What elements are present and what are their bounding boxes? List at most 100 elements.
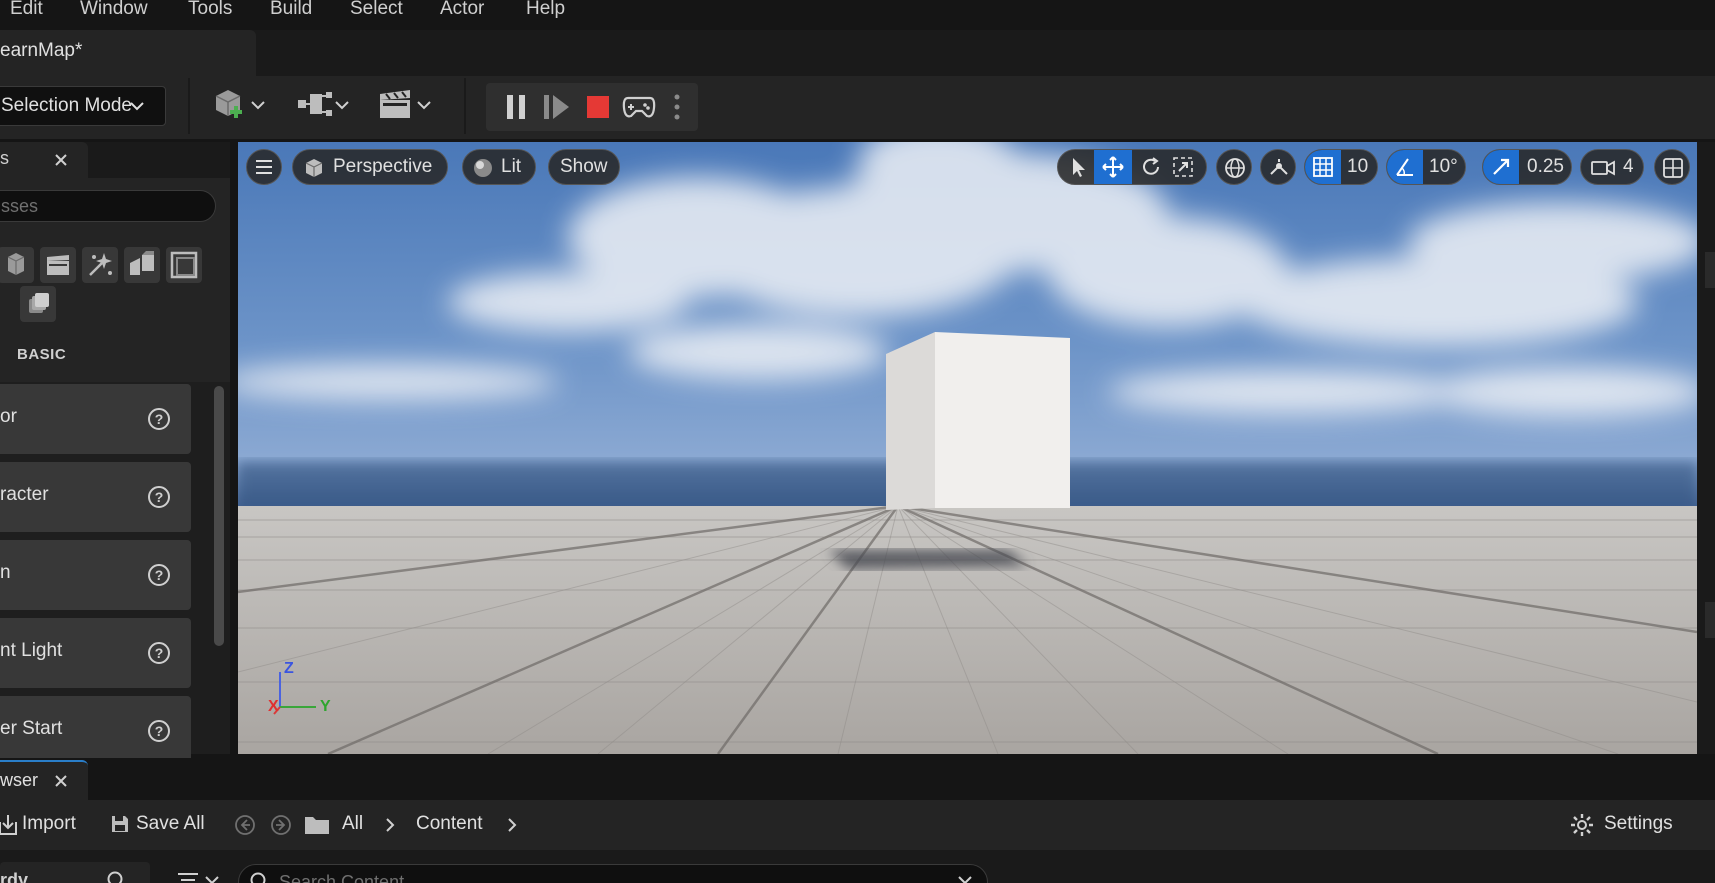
content-search-input[interactable]: Search Content (238, 864, 988, 883)
scale-icon[interactable] (1172, 156, 1194, 178)
pause-icon[interactable] (502, 93, 530, 121)
camera-icon (1591, 160, 1615, 176)
collapsed-panel-tab[interactable] (1705, 602, 1715, 638)
import-icon[interactable] (0, 814, 18, 836)
place-actors-tab[interactable]: s (0, 142, 88, 178)
menu-build[interactable]: Build (270, 0, 312, 20)
rotation-snap-toggle[interactable] (1387, 150, 1423, 184)
level-viewport[interactable]: Perspective Lit Show 10 10° 0.25 4 Z X Y (238, 142, 1697, 754)
level-tab[interactable]: earnMap* (0, 30, 256, 76)
menu-actor[interactable]: Actor (440, 0, 484, 20)
translate-tool-active[interactable] (1094, 150, 1132, 184)
gamepad-icon[interactable] (622, 94, 656, 120)
stop-icon[interactable] (586, 95, 610, 119)
angle-icon (1396, 158, 1413, 176)
sources-panel-label: rdy (0, 870, 29, 883)
collapsed-panel-tab[interactable] (1705, 252, 1715, 288)
close-icon[interactable] (54, 153, 68, 167)
back-arrow-icon[interactable] (234, 814, 256, 836)
cube-icon (305, 159, 323, 177)
rotate-icon[interactable] (1140, 156, 1162, 178)
viewport-layout-button[interactable] (1654, 149, 1690, 185)
grid-snap-control[interactable]: 10 (1304, 149, 1378, 185)
sources-panel-header: rdy (0, 862, 150, 883)
globe-icon (1225, 158, 1245, 178)
close-icon[interactable] (54, 774, 68, 788)
menu-tools[interactable]: Tools (188, 0, 232, 20)
clear-search-icon[interactable] (957, 875, 973, 883)
help-icon[interactable]: ? (147, 485, 171, 509)
lit-label: Lit (501, 156, 522, 177)
grid-snap-toggle[interactable] (1305, 150, 1341, 184)
category-cinematic-icon[interactable] (40, 247, 76, 283)
menu-help[interactable]: Help (526, 0, 565, 20)
help-icon[interactable]: ? (147, 563, 171, 587)
menu-select[interactable]: Select (350, 0, 403, 20)
lit-button[interactable]: Lit (462, 149, 536, 185)
filter-button[interactable] (176, 870, 224, 883)
cinematics-button[interactable] (378, 88, 436, 124)
forward-arrow-icon[interactable] (270, 814, 292, 836)
folder-icon (305, 817, 329, 834)
list-item[interactable]: er Start ? (0, 696, 191, 766)
level-tab-strip: earnMap* (0, 30, 1715, 76)
camera-speed-control[interactable]: 4 (1580, 149, 1644, 185)
content-browser-tab[interactable]: wser (0, 760, 88, 800)
list-item[interactable]: n ? (0, 540, 191, 610)
category-geometry-icon[interactable] (124, 247, 160, 283)
scale-arrow-icon (1493, 158, 1510, 175)
menu-window[interactable]: Window (80, 0, 148, 20)
save-icon[interactable] (110, 814, 130, 834)
toolbar-divider (464, 78, 466, 134)
place-actors-search-input[interactable]: sses (0, 190, 216, 222)
rotation-snap-control[interactable]: 10° (1386, 149, 1466, 185)
help-icon[interactable]: ? (147, 641, 171, 665)
list-item[interactable]: nt Light ? (0, 618, 191, 688)
grid-icon (1313, 157, 1333, 177)
add-actor-button[interactable] (212, 88, 270, 124)
frame-skip-icon[interactable] (542, 93, 572, 121)
search-icon[interactable] (106, 870, 128, 883)
chevron-right-icon[interactable] (506, 816, 518, 834)
category-volumes-icon[interactable] (166, 247, 202, 283)
gear-icon[interactable] (1570, 813, 1594, 837)
help-icon[interactable]: ? (147, 407, 171, 431)
chevron-down-icon (335, 101, 349, 110)
show-button[interactable]: Show (548, 149, 620, 185)
settings-button[interactable]: Settings (1604, 813, 1673, 835)
breadcrumb-all[interactable]: All (342, 813, 363, 835)
menu-edit[interactable]: Edit (10, 0, 43, 20)
actor-list-scrollbar[interactable] (214, 386, 224, 646)
scale-snap-toggle[interactable] (1483, 150, 1519, 184)
help-icon[interactable]: ? (147, 719, 171, 743)
chevron-down-icon (251, 101, 265, 110)
play-controls (486, 83, 698, 131)
scale-snap-control[interactable]: 0.25 (1482, 149, 1572, 185)
category-label: BASIC (17, 346, 67, 363)
camera-speed-value: 4 (1623, 156, 1634, 177)
selection-mode-dropdown[interactable]: Selection Mode (0, 86, 166, 126)
menu-bar: Edit Window Tools Build Select Actor Hel… (0, 0, 1715, 30)
axis-x-label: X (268, 698, 279, 715)
category-basic-icon[interactable] (0, 247, 34, 283)
add-content-icon (215, 90, 242, 118)
blueprints-button[interactable] (296, 88, 354, 124)
breadcrumb-content[interactable]: Content (416, 813, 483, 835)
perspective-button[interactable]: Perspective (292, 149, 448, 185)
select-cursor-icon[interactable] (1068, 156, 1090, 178)
rotation-snap-value: 10° (1429, 156, 1458, 177)
import-button[interactable]: Import (22, 813, 76, 835)
more-options-icon[interactable] (672, 93, 682, 123)
list-item[interactable]: or ? (0, 384, 191, 454)
world-local-button[interactable] (1216, 149, 1252, 185)
category-visual-effects-icon[interactable] (82, 247, 118, 283)
surface-snapping-button[interactable] (1260, 149, 1296, 185)
save-all-button[interactable]: Save All (136, 813, 205, 835)
category-all-classes-icon[interactable] (20, 286, 56, 322)
blueprint-icon (298, 92, 332, 116)
chevron-down-icon (205, 876, 219, 883)
level-tab-title: earnMap* (0, 40, 83, 61)
list-item[interactable]: racter ? (0, 462, 191, 532)
viewport-menu-button[interactable] (246, 149, 282, 185)
svg-text:?: ? (155, 645, 164, 661)
